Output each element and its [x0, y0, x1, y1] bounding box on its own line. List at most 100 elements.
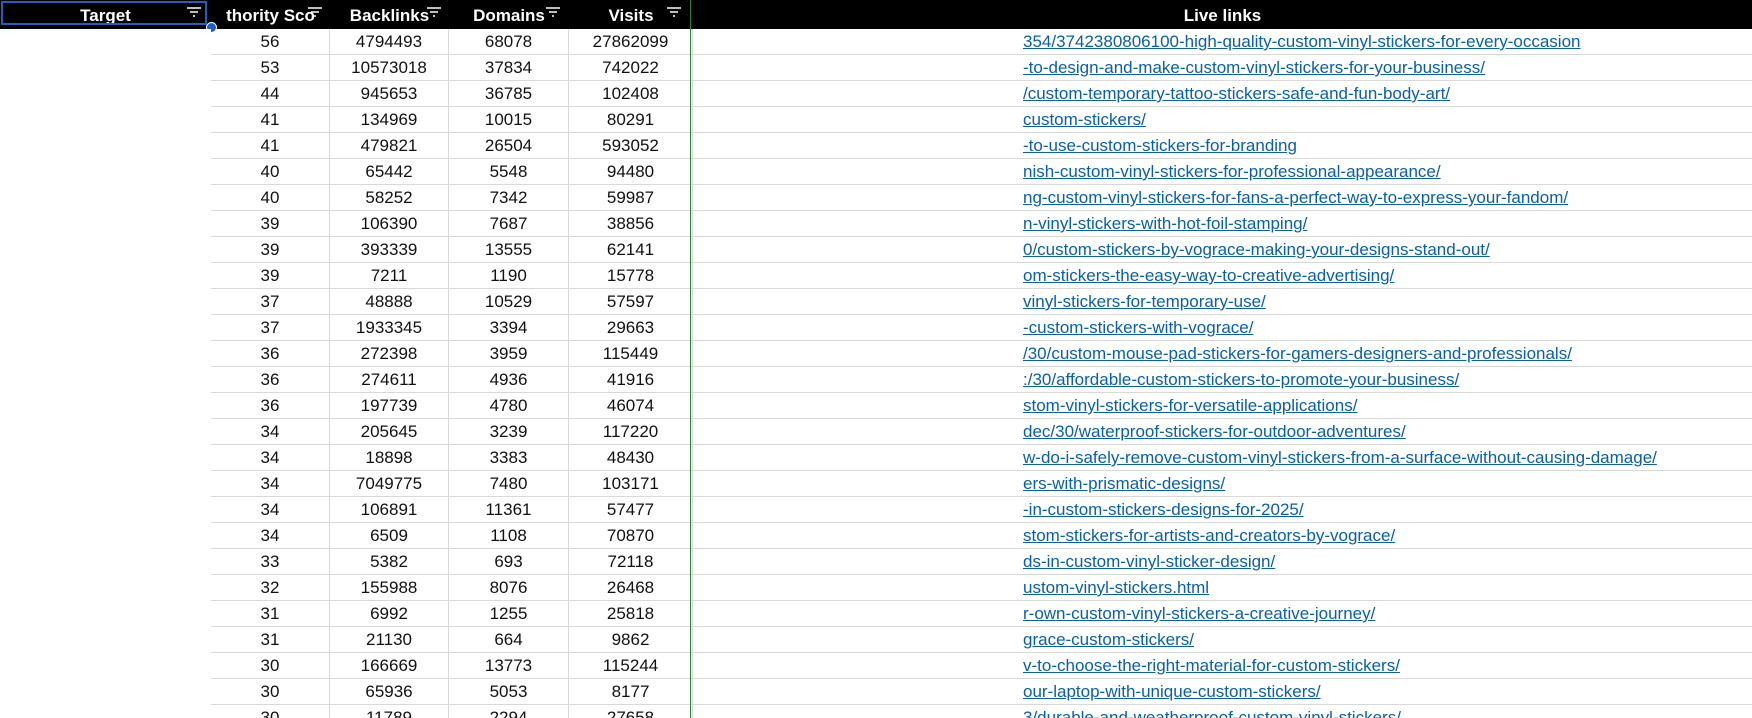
live-link-cell[interactable]: 0/custom-stickers-by-vograce-making-your…: [693, 237, 1752, 263]
backlinks-cell[interactable]: 134969: [330, 107, 449, 133]
authority-score-cell[interactable]: 34: [211, 445, 330, 471]
live-link[interactable]: w-do-i-safely-remove-custom-vinyl-sticke…: [1023, 445, 1657, 470]
authority-score-cell[interactable]: 56: [211, 29, 330, 55]
visits-cell[interactable]: 115449: [569, 341, 693, 367]
authority-score-cell[interactable]: 39: [211, 237, 330, 263]
backlinks-cell[interactable]: 197739: [330, 393, 449, 419]
domains-cell[interactable]: 8076: [449, 575, 569, 601]
live-link[interactable]: ers-with-prismatic-designs/: [1023, 471, 1225, 496]
domains-cell[interactable]: 7687: [449, 211, 569, 237]
visits-cell[interactable]: 70870: [569, 523, 693, 549]
live-link[interactable]: our-laptop-with-unique-custom-stickers/: [1023, 679, 1321, 704]
live-link[interactable]: -custom-stickers-with-vograce/: [1023, 315, 1254, 340]
live-link-cell[interactable]: r-own-custom-vinyl-stickers-a-creative-j…: [693, 601, 1752, 627]
backlinks-cell[interactable]: 18898: [330, 445, 449, 471]
backlinks-cell[interactable]: 393339: [330, 237, 449, 263]
live-link[interactable]: ds-in-custom-vinyl-sticker-design/: [1023, 549, 1275, 574]
authority-score-cell[interactable]: 40: [211, 185, 330, 211]
authority-score-cell[interactable]: 30: [211, 679, 330, 705]
live-link[interactable]: v-to-choose-the-right-material-for-custo…: [1023, 653, 1400, 678]
authority-score-cell[interactable]: 40: [211, 159, 330, 185]
backlinks-cell[interactable]: 65936: [330, 679, 449, 705]
header-live-links[interactable]: Live links: [693, 0, 1752, 29]
visits-cell[interactable]: 94480: [569, 159, 693, 185]
authority-score-cell[interactable]: 34: [211, 419, 330, 445]
visits-cell[interactable]: 115244: [569, 653, 693, 679]
backlinks-cell[interactable]: 11789: [330, 705, 449, 718]
visits-cell[interactable]: 742022: [569, 55, 693, 81]
live-link[interactable]: grace-custom-stickers/: [1023, 627, 1194, 652]
live-link-cell[interactable]: dec/30/waterproof-stickers-for-outdoor-a…: [693, 419, 1752, 445]
authority-score-cell[interactable]: 33: [211, 549, 330, 575]
domains-cell[interactable]: 1108: [449, 523, 569, 549]
live-link-cell[interactable]: vinyl-stickers-for-temporary-use/: [693, 289, 1752, 315]
live-link[interactable]: /30/custom-mouse-pad-stickers-for-gamers…: [1023, 341, 1572, 366]
authority-score-cell[interactable]: 37: [211, 289, 330, 315]
live-link-cell[interactable]: 3/durable-and-weatherproof-custom-vinyl-…: [693, 705, 1752, 718]
domains-cell[interactable]: 7480: [449, 471, 569, 497]
visits-cell[interactable]: 72118: [569, 549, 693, 575]
authority-score-cell[interactable]: 39: [211, 211, 330, 237]
domains-cell[interactable]: 7342: [449, 185, 569, 211]
authority-score-cell[interactable]: 30: [211, 653, 330, 679]
domains-cell[interactable]: 11361: [449, 497, 569, 523]
backlinks-cell[interactable]: 272398: [330, 341, 449, 367]
live-link[interactable]: 354/3742380806100-high-quality-custom-vi…: [1023, 29, 1581, 54]
authority-score-cell[interactable]: 36: [211, 367, 330, 393]
backlinks-cell[interactable]: 106891: [330, 497, 449, 523]
domains-cell[interactable]: 10529: [449, 289, 569, 315]
live-link-cell[interactable]: w-do-i-safely-remove-custom-vinyl-sticke…: [693, 445, 1752, 471]
authority-score-cell[interactable]: 34: [211, 471, 330, 497]
visits-cell[interactable]: 103171: [569, 471, 693, 497]
authority-score-cell[interactable]: 41: [211, 107, 330, 133]
backlinks-cell[interactable]: 21130: [330, 627, 449, 653]
domains-cell[interactable]: 37834: [449, 55, 569, 81]
live-link-cell[interactable]: 354/3742380806100-high-quality-custom-vi…: [693, 29, 1752, 55]
domains-cell[interactable]: 13773: [449, 653, 569, 679]
visits-cell[interactable]: 29663: [569, 315, 693, 341]
visits-cell[interactable]: 15778: [569, 263, 693, 289]
domains-cell[interactable]: 10015: [449, 107, 569, 133]
visits-cell[interactable]: 59987: [569, 185, 693, 211]
visits-cell[interactable]: 27862099: [569, 29, 693, 55]
authority-score-cell[interactable]: 34: [211, 523, 330, 549]
authority-score-cell[interactable]: 30: [211, 705, 330, 718]
live-link-cell[interactable]: -custom-stickers-with-vograce/: [693, 315, 1752, 341]
domains-cell[interactable]: 2294: [449, 705, 569, 718]
backlinks-cell[interactable]: 274611: [330, 367, 449, 393]
live-link[interactable]: ng-custom-vinyl-stickers-for-fans-a-perf…: [1023, 185, 1568, 210]
live-link-cell[interactable]: stom-stickers-for-artists-and-creators-b…: [693, 523, 1752, 549]
visits-cell[interactable]: 27658: [569, 705, 693, 718]
filter-dropdown-icon[interactable]: [544, 6, 562, 20]
backlinks-cell[interactable]: 166669: [330, 653, 449, 679]
domains-cell[interactable]: 36785: [449, 81, 569, 107]
visits-cell[interactable]: 117220: [569, 419, 693, 445]
domains-cell[interactable]: 664: [449, 627, 569, 653]
backlinks-cell[interactable]: 945653: [330, 81, 449, 107]
live-link-cell[interactable]: v-to-choose-the-right-material-for-custo…: [693, 653, 1752, 679]
live-link-cell[interactable]: /custom-temporary-tattoo-stickers-safe-a…: [693, 81, 1752, 107]
live-link-cell[interactable]: ng-custom-vinyl-stickers-for-fans-a-perf…: [693, 185, 1752, 211]
live-link-cell[interactable]: :/30/affordable-custom-stickers-to-promo…: [693, 367, 1752, 393]
visits-cell[interactable]: 9862: [569, 627, 693, 653]
domains-cell[interactable]: 3959: [449, 341, 569, 367]
visits-cell[interactable]: 57597: [569, 289, 693, 315]
authority-score-cell[interactable]: 53: [211, 55, 330, 81]
live-link[interactable]: custom-stickers/: [1023, 107, 1146, 132]
visits-cell[interactable]: 8177: [569, 679, 693, 705]
backlinks-cell[interactable]: 65442: [330, 159, 449, 185]
visits-cell[interactable]: 57477: [569, 497, 693, 523]
live-link-cell[interactable]: ds-in-custom-vinyl-sticker-design/: [693, 549, 1752, 575]
live-link-cell[interactable]: /30/custom-mouse-pad-stickers-for-gamers…: [693, 341, 1752, 367]
domains-cell[interactable]: 4780: [449, 393, 569, 419]
domains-cell[interactable]: 68078: [449, 29, 569, 55]
visits-cell[interactable]: 26468: [569, 575, 693, 601]
live-link-cell[interactable]: -in-custom-stickers-designs-for-2025/: [693, 497, 1752, 523]
live-link-cell[interactable]: -to-use-custom-stickers-for-branding: [693, 133, 1752, 159]
live-link-cell[interactable]: our-laptop-with-unique-custom-stickers/: [693, 679, 1752, 705]
live-link[interactable]: stom-stickers-for-artists-and-creators-b…: [1023, 523, 1395, 548]
domains-cell[interactable]: 26504: [449, 133, 569, 159]
backlinks-cell[interactable]: 5382: [330, 549, 449, 575]
authority-score-cell[interactable]: 41: [211, 133, 330, 159]
filter-dropdown-icon[interactable]: [425, 6, 443, 20]
